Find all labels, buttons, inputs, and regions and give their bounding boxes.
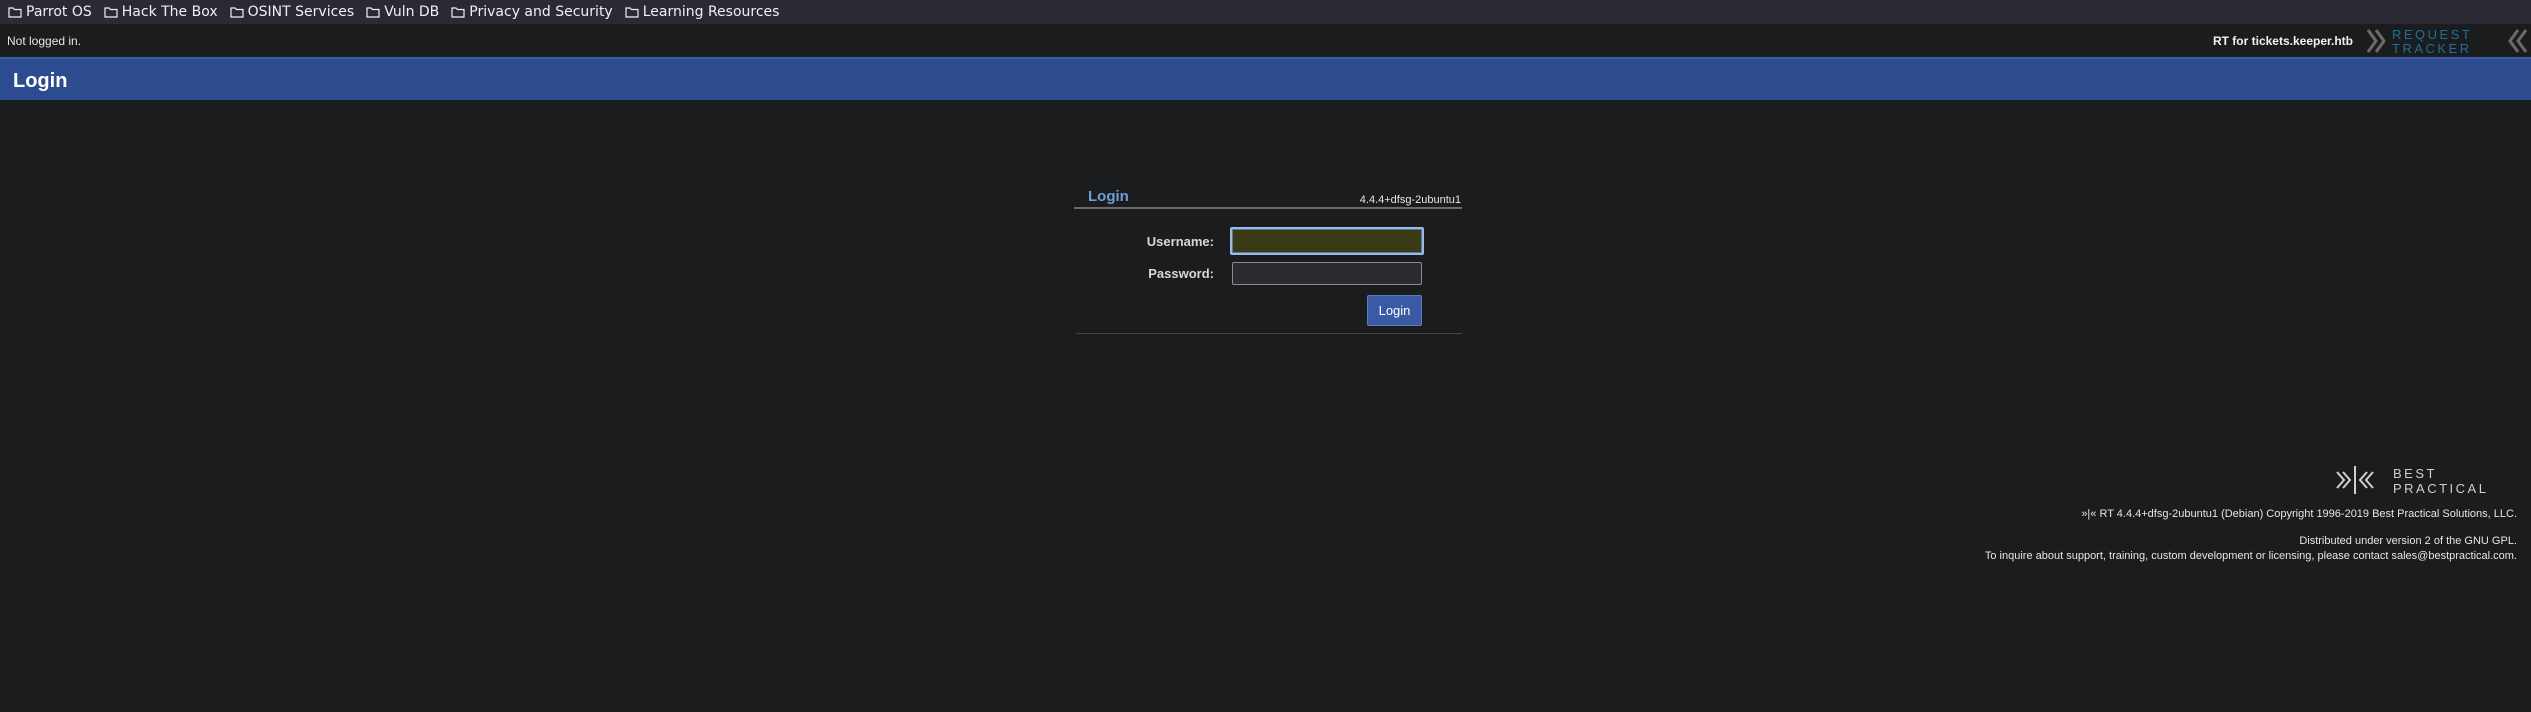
password-label: Password: — [1148, 266, 1214, 281]
bookmark-folder-learning-resources[interactable]: Learning Resources — [625, 4, 780, 20]
footer-copyright: »|« RT 4.4.4+dfsg-2ubuntu1 (Debian) Copy… — [2081, 508, 2517, 520]
bookmark-label: OSINT Services — [247, 4, 355, 20]
bookmark-folder-vuln-db[interactable]: Vuln DB — [366, 4, 439, 20]
folder-icon — [625, 7, 639, 18]
best-practical-logo[interactable]: BEST PRACTICAL — [2333, 462, 2518, 498]
footer-license: Distributed under version 2 of the GNU G… — [2299, 535, 2517, 547]
login-box-title: Login — [1088, 188, 1129, 205]
page-title: Login — [13, 70, 68, 92]
bookmark-label: Vuln DB — [384, 4, 440, 20]
bookmark-label: Learning Resources — [642, 4, 780, 20]
request-tracker-logo[interactable]: REQUEST TRACKER — [2366, 26, 2531, 56]
bookmark-folder-hack-the-box[interactable]: Hack The Box — [104, 4, 218, 20]
bookmark-folder-osint-services[interactable]: OSINT Services — [230, 4, 355, 20]
rt-topbar: Not logged in. RT for tickets.keeper.htb… — [0, 24, 2531, 57]
folder-icon — [8, 7, 22, 18]
title-divider — [1074, 207, 1462, 209]
login-button[interactable]: Login — [1367, 295, 1422, 326]
bookmark-folder-parrot-os[interactable]: Parrot OS — [8, 4, 92, 20]
footer-contact: To inquire about support, training, cust… — [1984, 550, 2517, 562]
bookmark-label: Privacy and Security — [469, 4, 613, 20]
username-input[interactable] — [1230, 227, 1424, 255]
form-bottom-divider — [1076, 333, 1462, 334]
password-input[interactable] — [1232, 262, 1422, 285]
login-form: Login 4.4.4+dfsg-2ubuntu1 Username: Pass… — [1074, 187, 1462, 336]
logo-text-best: BEST — [2393, 466, 2437, 481]
logo-text-tracker: TRACKER — [2392, 41, 2472, 56]
folder-icon — [366, 7, 380, 18]
bookmark-folder-privacy-and-security[interactable]: Privacy and Security — [451, 4, 613, 20]
bookmarks-toolbar: Parrot OS Hack The Box OSINT Services Vu… — [0, 0, 2531, 24]
bookmark-label: Hack The Box — [121, 4, 218, 20]
rt-version: 4.4.4+dfsg-2ubuntu1 — [1359, 194, 1461, 206]
username-label: Username: — [1146, 234, 1214, 249]
login-status: Not logged in. — [7, 34, 82, 48]
logo-text-practical: PRACTICAL — [2393, 481, 2488, 496]
logo-text-request: REQUEST — [2392, 27, 2472, 42]
folder-icon — [230, 7, 244, 18]
page-header: Login — [0, 57, 2531, 100]
bookmark-label: Parrot OS — [26, 4, 92, 20]
folder-icon — [451, 7, 465, 18]
rt-instance-name: RT for tickets.keeper.htb — [2212, 34, 2353, 48]
folder-icon — [104, 7, 118, 18]
